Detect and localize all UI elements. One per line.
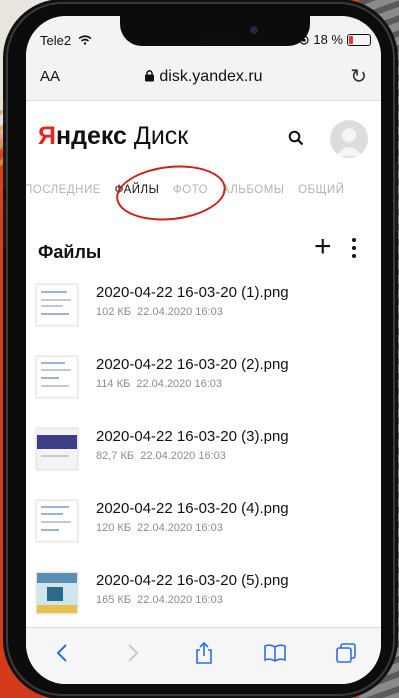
carrier-name: Tele2 [40,33,72,48]
file-meta: 165 КБ 22.04.2020 16:03 [96,594,223,606]
battery-icon [347,33,371,46]
file-meta: 114 КБ 22.04.2020 16:03 [96,378,222,390]
file-row[interactable]: 2020-04-22 16-03-20 (4).png 120 КБ 22.04… [26,494,381,566]
url-field[interactable]: disk.yandex.ru [26,68,381,86]
file-meta: 82,7 КБ 22.04.2020 16:03 [96,450,226,462]
file-thumbnail [36,572,78,614]
mute-switch [3,98,6,124]
file-name: 2020-04-22 16-03-20 (3).png [96,428,289,445]
tab-recent[interactable]: ПОСЛЕДНИЕ [26,184,101,196]
share-icon [195,641,212,664]
app-header: Яндекс Диск [26,108,381,168]
screen: Tele2 16:06 18 % AA disk.yandex.ru ↻ Янд… [26,16,381,684]
phone-frame: Tele2 16:06 18 % AA disk.yandex.ru ↻ Янд… [3,2,398,696]
share-button[interactable] [184,641,224,671]
lock-icon [145,70,155,82]
file-row[interactable]: 2020-04-22 16-03-20 (3).png 82,7 КБ 22.0… [26,422,381,494]
clock: 16:06 [202,33,236,48]
user-icon [336,128,362,156]
file-meta: 102 КБ 22.04.2020 16:03 [96,306,223,318]
reload-icon[interactable]: ↻ [350,64,367,89]
hand-drawn-circle [113,160,229,226]
file-thumbnail [36,428,78,470]
file-name: 2020-04-22 16-03-20 (2).png [96,356,289,373]
back-button[interactable] [42,643,82,669]
more-icon[interactable] [352,238,358,258]
chevron-right-icon [127,644,138,662]
url-text: disk.yandex.ru [159,68,263,85]
book-icon [263,644,286,662]
address-bar[interactable]: AA disk.yandex.ru ↻ [26,56,381,101]
tabs-icon [335,643,356,663]
add-button[interactable]: + [314,230,332,264]
battery-percent: 18 % [313,32,343,47]
avatar[interactable] [330,120,368,158]
tab-albums[interactable]: АЛЬБОМЫ [222,184,285,196]
browser-toolbar [26,627,381,684]
file-list: 2020-04-22 16-03-20 (1).png 102 КБ 22.04… [26,278,381,638]
section-title: Файлы [38,242,102,262]
volume-up-button [3,142,6,190]
file-thumbnail [36,284,78,326]
file-thumbnail [36,500,78,542]
volume-down-button [3,200,6,248]
battery-status: 18 % [299,32,371,47]
power-button [395,162,398,232]
file-thumbnail [36,356,78,398]
file-name: 2020-04-22 16-03-20 (1).png [96,284,289,301]
tabs-button[interactable] [326,642,366,670]
yandex-disk-logo[interactable]: Яндекс Диск [38,122,188,151]
file-name: 2020-04-22 16-03-20 (5).png [96,572,289,589]
wifi-icon [78,35,92,45]
carrier: Tele2 [40,33,92,48]
forward-button[interactable] [113,643,153,669]
file-meta: 120 КБ 22.04.2020 16:03 [96,522,223,534]
camera-icon [250,26,258,34]
bookmarks-button[interactable] [255,643,295,669]
search-icon[interactable] [288,130,304,146]
file-row[interactable]: 2020-04-22 16-03-20 (2).png 114 КБ 22.04… [26,350,381,422]
tab-shared[interactable]: ОБЩИЙ [298,184,344,196]
file-row[interactable]: 2020-04-22 16-03-20 (1).png 102 КБ 22.04… [26,278,381,350]
chevron-left-icon [56,644,67,662]
file-name: 2020-04-22 16-03-20 (4).png [96,500,289,517]
